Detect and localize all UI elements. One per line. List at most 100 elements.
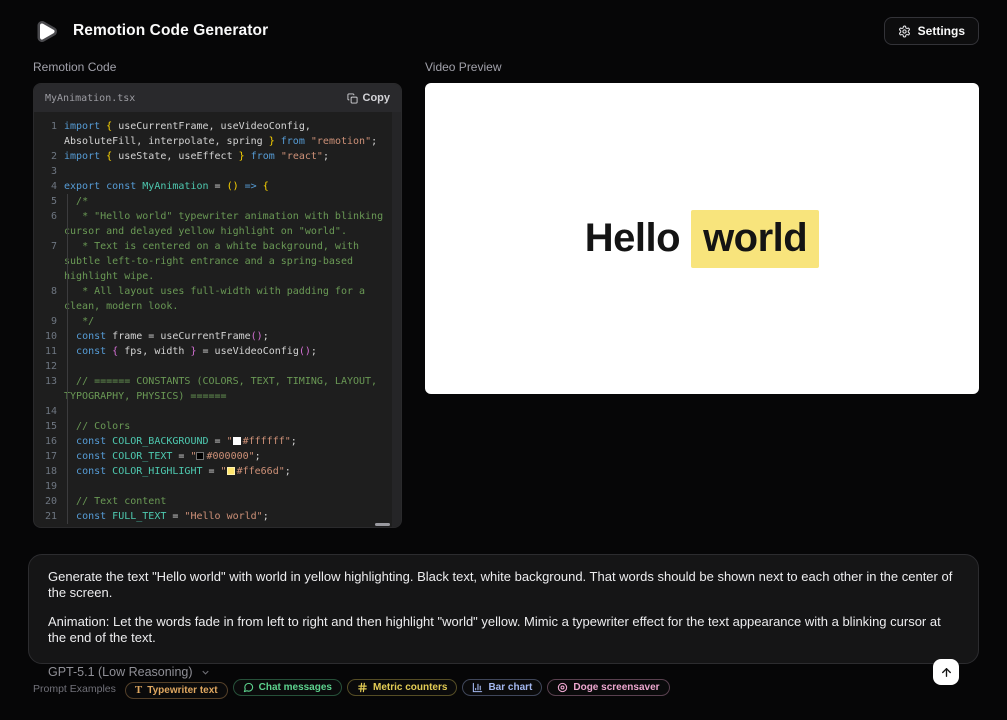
line-number: 4 [40, 179, 57, 194]
code-line: 1import { useCurrentFrame, useVideoConfi… [40, 119, 401, 149]
message-circle-icon [243, 682, 254, 693]
example-pill-label: Metric counters [373, 682, 447, 693]
line-number: 21 [40, 509, 57, 524]
code-line: 18 const COLOR_HIGHLIGHT = "#ffe66d"; [40, 464, 401, 479]
line-number: 19 [40, 479, 57, 494]
example-pill-bar-chart[interactable]: Bar chart [462, 679, 542, 696]
code-line: 11 const { fps, width } = useVideoConfig… [40, 344, 401, 359]
code-line-content: * "Hello world" typewriter animation wit… [64, 209, 401, 239]
prompt-examples-label: Prompt Examples [33, 683, 116, 695]
code-line-content [64, 404, 401, 419]
color-swatch [227, 467, 235, 475]
code-line-content: * Text is centered on a white background… [64, 239, 401, 284]
remotion-logo-icon [33, 18, 60, 45]
code-line: 12 [40, 359, 401, 374]
arrow-up-icon [940, 666, 953, 679]
app-title: Remotion Code Generator [73, 22, 268, 40]
example-pill-doge-screensaver[interactable]: Doge screensaver [547, 679, 669, 696]
header: Remotion Code Generator Settings [0, 0, 1007, 45]
color-swatch [196, 452, 204, 460]
example-pill-label: Bar chart [488, 682, 532, 693]
code-line-content: const COLOR_TEXT = "#000000"; [64, 449, 401, 464]
model-label: GPT-5.1 (Low Reasoning) [48, 665, 193, 679]
line-number: 13 [40, 374, 57, 404]
line-number: 16 [40, 434, 57, 449]
code-line-content: const FULL_TEXT = "Hello world"; [64, 509, 401, 524]
code-line-content: // Text content [64, 494, 401, 509]
line-number: 15 [40, 419, 57, 434]
code-lines: 1import { useCurrentFrame, useVideoConfi… [40, 119, 401, 524]
example-pill-label: Typewriter text [147, 685, 217, 696]
prompt-box[interactable]: Generate the text "Hello world" with wor… [28, 554, 979, 664]
code-line-content: const COLOR_HIGHLIGHT = "#ffe66d"; [64, 464, 401, 479]
copy-button[interactable]: Copy [347, 92, 391, 104]
line-number: 2 [40, 149, 57, 164]
code-line: 5 /* [40, 194, 401, 209]
line-number: 8 [40, 284, 57, 314]
code-line-content: export const MyAnimation = () => { [64, 179, 401, 194]
example-pill-chat-messages[interactable]: Chat messages [233, 679, 342, 696]
code-line-content: const { fps, width } = useVideoConfig(); [64, 344, 401, 359]
code-panel-header: MyAnimation.tsx Copy [34, 84, 401, 112]
line-number: 14 [40, 404, 57, 419]
submit-button[interactable] [933, 659, 959, 685]
line-number: 18 [40, 464, 57, 479]
code-column: Remotion Code MyAnimation.tsx Copy 1impo… [33, 60, 402, 528]
preview-column: Video Preview Helloworld [425, 60, 979, 528]
code-line-content [64, 359, 401, 374]
code-panel: MyAnimation.tsx Copy 1import { useCurren… [33, 83, 402, 528]
prompt-line-1: Generate the text "Hello world" with wor… [48, 569, 959, 601]
horizontal-scrollbar-thumb[interactable] [375, 523, 390, 526]
code-line-content [64, 164, 401, 179]
code-line-content [64, 479, 401, 494]
video-preview: Helloworld [425, 83, 979, 394]
prompt-example-pills: T Typewriter text Chat messages Metric coun… [125, 679, 675, 699]
example-pill-typewriter-text[interactable]: T Typewriter text [125, 682, 228, 699]
line-number: 7 [40, 239, 57, 284]
type-icon: T [135, 685, 142, 696]
code-line: 14 [40, 404, 401, 419]
copy-icon [347, 93, 358, 104]
example-pill-label: Doge screensaver [573, 682, 659, 693]
line-number: 12 [40, 359, 57, 374]
code-line: 3 [40, 164, 401, 179]
video-text-plain: Hello [585, 216, 680, 260]
color-swatch [233, 437, 241, 445]
line-number: 6 [40, 209, 57, 239]
code-editor[interactable]: 1import { useCurrentFrame, useVideoConfi… [34, 112, 401, 527]
code-line: 6 * "Hello world" typewriter animation w… [40, 209, 401, 239]
code-filename: MyAnimation.tsx [45, 93, 135, 104]
video-text-highlighted: world [691, 210, 819, 268]
code-line: 20 // Text content [40, 494, 401, 509]
code-line: 16 const COLOR_BACKGROUND = "#ffffff"; [40, 434, 401, 449]
code-line: 7 * Text is centered on a white backgrou… [40, 239, 401, 284]
line-number: 1 [40, 119, 57, 149]
line-number: 17 [40, 449, 57, 464]
code-line: 9 */ [40, 314, 401, 329]
line-number: 10 [40, 329, 57, 344]
model-selector[interactable]: GPT-5.1 (Low Reasoning) [48, 665, 211, 679]
preview-section-label: Video Preview [425, 60, 979, 74]
example-pill-metric-counters[interactable]: Metric counters [347, 679, 457, 696]
line-number: 3 [40, 164, 57, 179]
main: Remotion Code MyAnimation.tsx Copy 1impo… [0, 60, 1007, 528]
code-line-content: import { useState, useEffect } from "rea… [64, 149, 401, 164]
prompt-line-2: Animation: Let the words fade in from le… [48, 614, 959, 646]
code-line-content: */ [64, 314, 401, 329]
copy-label: Copy [363, 92, 391, 104]
example-pill-label: Chat messages [259, 682, 332, 693]
code-line: 13 // ====== CONSTANTS (COLORS, TEXT, TI… [40, 374, 401, 404]
line-number: 9 [40, 314, 57, 329]
code-line: 15 // Colors [40, 419, 401, 434]
code-line: 4 export const MyAnimation = () => { [40, 179, 401, 194]
hash-icon [357, 682, 368, 693]
code-line-content: * All layout uses full-width with paddin… [64, 284, 401, 314]
code-line-content: // Colors [64, 419, 401, 434]
settings-label: Settings [918, 24, 965, 38]
code-line: 10 const frame = useCurrentFrame(); [40, 329, 401, 344]
code-line: 17 const COLOR_TEXT = "#000000"; [40, 449, 401, 464]
code-line-content: /* [64, 194, 401, 209]
code-line: 21 const FULL_TEXT = "Hello world"; [40, 509, 401, 524]
settings-button[interactable]: Settings [884, 17, 979, 45]
gear-icon [898, 25, 911, 38]
